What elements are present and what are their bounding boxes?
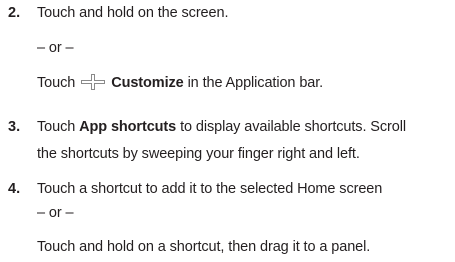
step-text: Touch a shortcut to add it to the select…: [37, 181, 383, 197]
step-number: 3.: [8, 119, 21, 135]
step-text: the shortcuts by sweeping your finger ri…: [37, 146, 360, 162]
or-separator: – or –: [37, 205, 74, 221]
text-fragment: Touch: [37, 119, 76, 135]
text-fragment: to display available shortcuts. Scroll: [180, 119, 406, 135]
step-number: 4.: [8, 181, 21, 197]
customize-plus-icon: [81, 74, 106, 90]
text-fragment: in the Application bar.: [187, 75, 324, 91]
step-text: Touch App shortcuts to display available…: [37, 118, 406, 136]
manual-page: 2. Touch and hold on the screen. – or – …: [0, 0, 455, 262]
customize-label: Customize: [111, 75, 184, 91]
app-shortcuts-label: App shortcuts: [79, 119, 177, 135]
step-text: Touch and hold on the screen.: [37, 5, 229, 21]
step-text: Touch and hold on a shortcut, then drag …: [37, 239, 371, 255]
step-text: Touch Customize in the Application bar.: [37, 74, 323, 92]
or-separator: – or –: [37, 40, 74, 56]
text-fragment: Touch: [37, 75, 76, 91]
step-number: 2.: [8, 5, 21, 21]
